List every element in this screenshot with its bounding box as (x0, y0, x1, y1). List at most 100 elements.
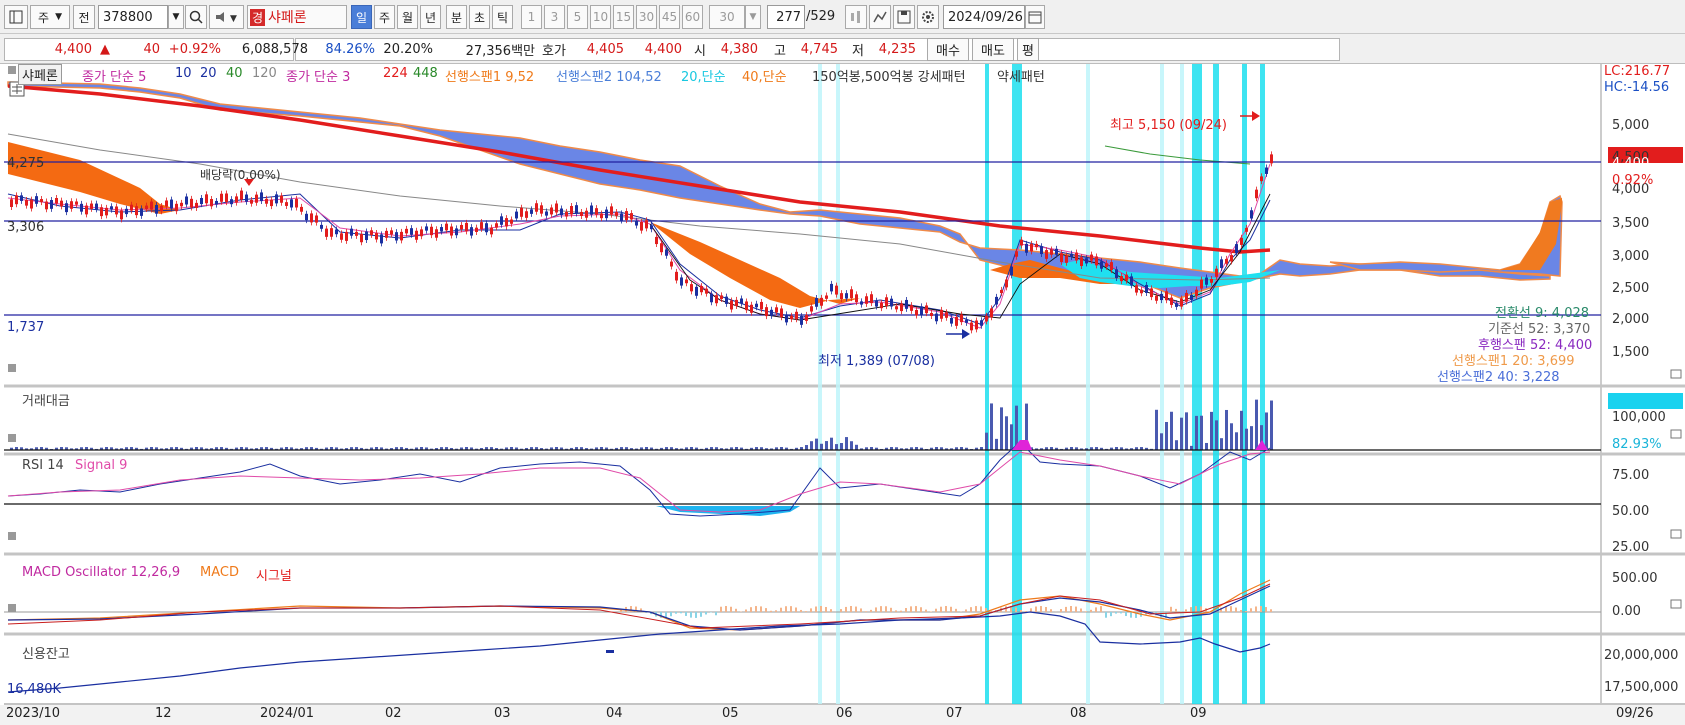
macd-hist-bar (1050, 609, 1052, 612)
candle-body (555, 203, 558, 213)
tab-week[interactable]: 주 (374, 5, 395, 29)
sell-button[interactable]: 매도 (972, 38, 1014, 61)
interval-3[interactable]: 3 (544, 5, 565, 29)
candle-body (535, 203, 538, 212)
candle-body (495, 223, 498, 228)
candle-body (655, 236, 658, 245)
candle-body (815, 298, 818, 307)
candle-body (910, 305, 913, 311)
interval-1[interactable]: 1 (521, 5, 542, 29)
candle-body (1055, 248, 1058, 255)
legend-pattern[interactable]: 150억봉,500억봉 강세패턴 (812, 66, 966, 85)
x-label-03: 03 (494, 706, 511, 721)
candle-body (770, 309, 773, 316)
volume-bar (1160, 433, 1163, 450)
candle-body (920, 306, 923, 316)
candle-body (810, 306, 813, 312)
tab-minute[interactable]: 분 (446, 5, 467, 29)
legend-stock-name[interactable]: 샤페론 (18, 64, 62, 85)
candle-body (1110, 262, 1113, 271)
macd-hist-bar (820, 606, 822, 612)
ratio-two: 20.20% (383, 42, 433, 57)
candle-body (445, 223, 448, 231)
search-icon[interactable] (185, 5, 207, 29)
interval-dropdown-icon[interactable]: ▼ (745, 5, 761, 29)
candle-body (415, 230, 418, 240)
candle-body (950, 317, 953, 324)
candle-body (945, 312, 948, 318)
macd-panel-title: MACD Oscillator 12,26,9 (22, 565, 181, 580)
legend-weak[interactable]: 약세패턴 (997, 66, 1045, 85)
eval-button[interactable]: 평 (1017, 38, 1039, 61)
x-label-2024-01: 2024/01 (260, 706, 315, 721)
stock-name-select[interactable]: 경 샤페론 (247, 5, 347, 29)
macd-hist-bar (1035, 606, 1037, 612)
macd-hist-bar (915, 606, 917, 612)
candle-body (335, 229, 338, 235)
candle-body (110, 206, 113, 210)
credit-panel-title: 신용잔고 (22, 647, 70, 662)
period-select[interactable]: 주 ▼ (30, 5, 70, 29)
macd-hist-bar (1005, 606, 1007, 612)
candle-body (1215, 268, 1218, 277)
candle-body (760, 301, 763, 310)
legend-span40[interactable]: 40,단순 (742, 66, 787, 85)
tab-tick[interactable]: 틱 (492, 5, 513, 29)
macd-hist-bar (1170, 606, 1172, 612)
interval-60[interactable]: 60 (682, 5, 703, 29)
save-icon[interactable] (893, 5, 915, 29)
candle-body (660, 243, 663, 253)
draw-tool-icon[interactable] (869, 5, 891, 29)
candle-body (90, 203, 93, 209)
vol-pct-label: 82.93% (1612, 437, 1662, 452)
macd-hist-bar (690, 612, 692, 618)
prev-button[interactable]: 전 (73, 5, 95, 29)
legend-span1[interactable]: 선행스팬1 9,52 (445, 66, 534, 85)
interval-15[interactable]: 15 (613, 5, 634, 29)
tab-month[interactable]: 월 (397, 5, 418, 29)
macd-hist-bar (950, 606, 952, 612)
candle-body (170, 199, 173, 209)
volume-bar (1240, 410, 1243, 450)
calendar-icon[interactable] (1025, 5, 1045, 29)
candle-body (565, 211, 568, 217)
gear-icon[interactable] (917, 5, 939, 29)
candle-body (55, 197, 58, 204)
date-input[interactable]: 2024/09/26 (943, 5, 1025, 29)
count-input[interactable]: 277 (767, 5, 805, 29)
tab-year[interactable]: 년 (420, 5, 441, 29)
legend-ma2[interactable]: 종가 단순 3 (286, 66, 350, 85)
candle-body (10, 199, 13, 207)
compare-icon[interactable] (845, 5, 867, 29)
legend-ma1[interactable]: 종가 단순 5 (82, 66, 146, 85)
candle-body (125, 208, 128, 215)
volume-bar (985, 432, 988, 450)
candle-body (870, 294, 873, 304)
buy-button[interactable]: 매수 (927, 38, 969, 61)
code-dropdown-icon[interactable]: ▼ (168, 5, 184, 29)
interval-5[interactable]: 5 (567, 5, 588, 29)
candle-body (840, 293, 843, 300)
interval-45[interactable]: 45 (659, 5, 680, 29)
candle-body (95, 203, 98, 210)
legend-span20[interactable]: 20,단순 (681, 66, 726, 85)
candle-body (375, 232, 378, 240)
speaker-icon[interactable]: ▼ (209, 5, 244, 29)
interval-10[interactable]: 10 (590, 5, 611, 29)
macd-hist-bar (940, 606, 942, 612)
candle-body (1075, 252, 1078, 261)
x-label-12: 12 (155, 706, 172, 721)
macd-hist-bar (725, 606, 727, 612)
legend-span2[interactable]: 선행스팬2 104,52 (556, 66, 662, 85)
candle-body (1160, 293, 1163, 301)
layout-icon[interactable] (4, 5, 28, 29)
tab-second[interactable]: 초 (469, 5, 490, 29)
macd-hist-bar (1045, 607, 1047, 612)
candle-body (410, 228, 413, 235)
tab-day[interactable]: 일 (351, 5, 372, 29)
interval-input[interactable]: 30 (709, 5, 745, 29)
candle-body (350, 228, 353, 236)
interval-30[interactable]: 30 (636, 5, 657, 29)
code-input[interactable]: 378800 (98, 5, 168, 29)
candle-body (1085, 258, 1088, 264)
